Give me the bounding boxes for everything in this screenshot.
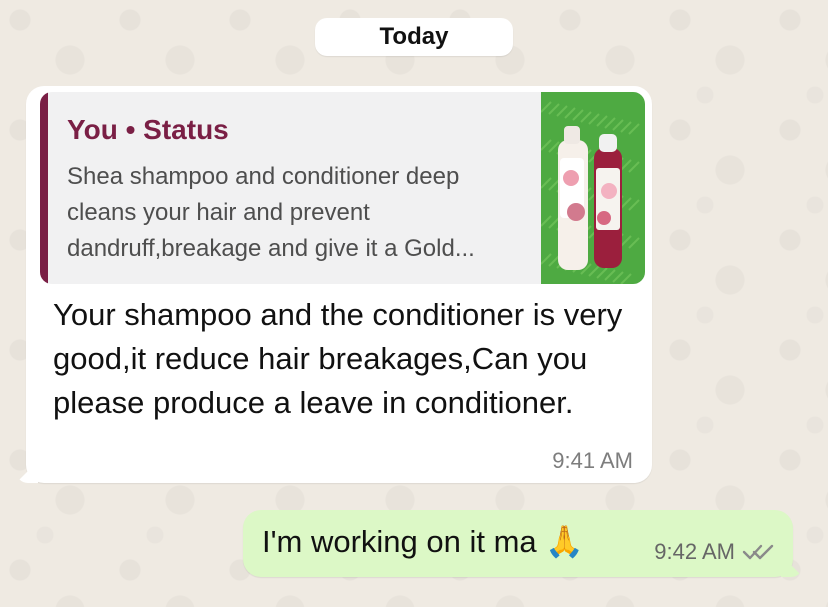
outgoing-message-meta: 9:42 AM xyxy=(654,540,775,564)
status-reply-preview[interactable]: You • Status Shea shampoo and conditione… xyxy=(40,92,645,284)
incoming-message-time: 9:41 AM xyxy=(552,448,633,473)
double-check-icon xyxy=(742,544,774,560)
outgoing-message-time: 9:42 AM xyxy=(654,539,735,564)
date-label: Today xyxy=(379,23,449,50)
product-image-icon[interactable] xyxy=(541,92,645,284)
reply-author: You • Status xyxy=(67,114,229,145)
date-divider: Today xyxy=(315,18,513,56)
outgoing-message-text: I'm working on it ma 🙏 xyxy=(262,524,584,559)
incoming-message-text: Your shampoo and the conditioner is very… xyxy=(53,297,623,420)
outgoing-message-bubble[interactable]: I'm working on it ma 🙏 9:42 AM xyxy=(243,510,793,577)
reply-preview-text: Shea shampoo and conditioner deep cleans… xyxy=(67,163,475,262)
reply-accent-bar xyxy=(40,92,48,284)
incoming-message-bubble[interactable]: You • Status Shea shampoo and conditione… xyxy=(26,86,652,483)
